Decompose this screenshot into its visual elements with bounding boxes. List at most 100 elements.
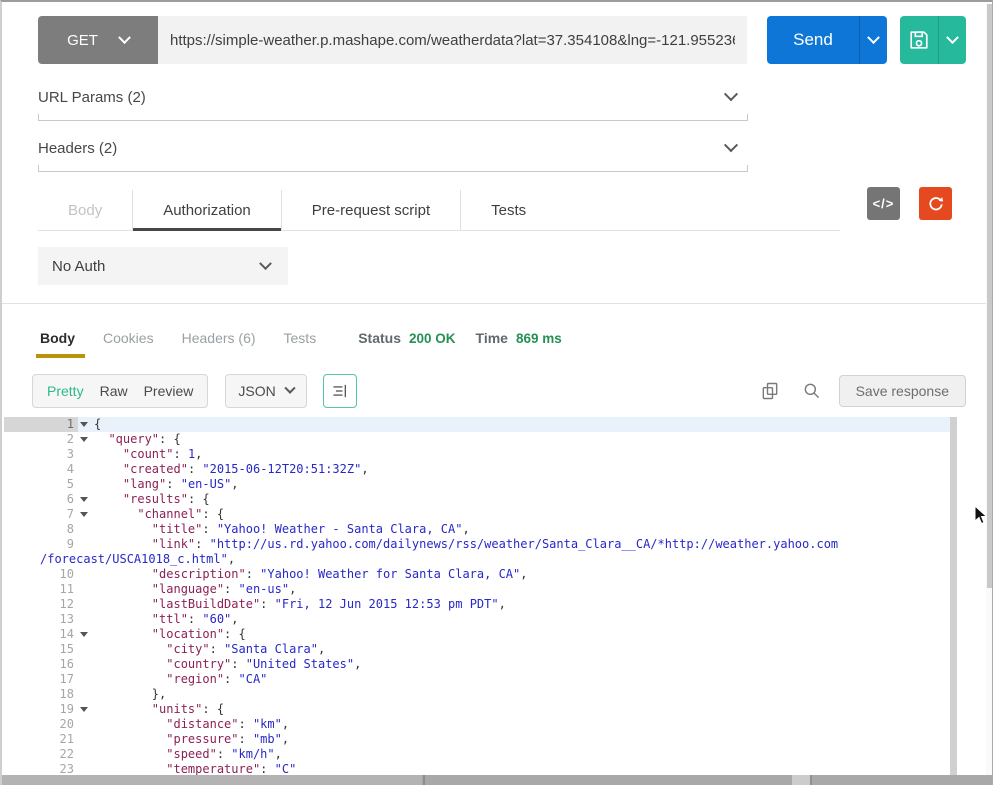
line-number: 17	[4, 672, 78, 687]
code-text: "country": "United States",	[94, 657, 950, 672]
status-value: 200 OK	[409, 331, 456, 346]
line-number: 5	[4, 477, 78, 492]
method-dropdown[interactable]: GET	[38, 16, 158, 64]
tab-pre-request-script[interactable]: Pre-request script	[281, 190, 460, 230]
request-url-row: GET Send	[38, 16, 966, 64]
beautify-button[interactable]	[323, 374, 357, 408]
code-text: "language": "en-us",	[94, 582, 950, 597]
fold-toggle-icon[interactable]	[78, 492, 94, 507]
code-text: "units": {	[94, 702, 950, 717]
code-text: "created": "2015-06-12T20:51:32Z",	[94, 462, 950, 477]
fold-toggle-icon[interactable]	[78, 432, 94, 447]
response-tab-headers[interactable]: Headers (6)	[182, 330, 256, 352]
mode-pretty[interactable]: Pretty	[47, 383, 84, 399]
code-text: "results": {	[94, 492, 950, 507]
code-line: 20 "distance": "km",	[4, 717, 950, 732]
time-value: 869 ms	[516, 331, 562, 346]
code-text: "query": {	[94, 432, 950, 447]
code-line: 1{	[4, 417, 950, 432]
fold-toggle-icon[interactable]	[78, 507, 94, 522]
send-options-dropdown[interactable]	[859, 16, 887, 64]
code-line: 22 "speed": "km/h",	[4, 747, 950, 762]
format-value: JSON	[238, 383, 275, 399]
line-number: 2	[4, 432, 78, 447]
line-number: 3	[4, 447, 78, 462]
chevron-down-icon	[118, 31, 131, 44]
code-line: 13 "ttl": "60",	[4, 612, 950, 627]
code-text: "region": "CA"	[94, 672, 950, 687]
line-number: 6	[4, 492, 78, 507]
save-button-group	[900, 16, 966, 64]
save-response-button[interactable]: Save response	[839, 375, 966, 407]
auth-type-select[interactable]: No Auth	[38, 247, 288, 285]
mode-preview[interactable]: Preview	[144, 383, 194, 399]
code-line: 17 "region": "CA"	[4, 672, 950, 687]
chevron-down-icon	[284, 383, 295, 394]
page-scrollbar-thumb[interactable]	[987, 4, 993, 588]
code-line: 18 },	[4, 687, 950, 702]
code-text: {	[94, 417, 950, 432]
save-button[interactable]	[900, 16, 938, 64]
chevron-down-icon	[724, 138, 738, 152]
save-options-dropdown[interactable]	[938, 16, 966, 64]
response-toolbar: Pretty Raw Preview JSON	[32, 374, 966, 408]
tab-body[interactable]: Body	[38, 190, 132, 230]
reset-request-button[interactable]	[919, 187, 952, 220]
line-number: 22	[4, 747, 78, 762]
fold-spacer	[78, 642, 94, 657]
response-tab-cookies[interactable]: Cookies	[103, 330, 154, 352]
fold-spacer	[78, 582, 94, 597]
code-text: "ttl": "60",	[94, 612, 950, 627]
format-select[interactable]: JSON	[225, 374, 306, 408]
chevron-down-icon	[724, 87, 738, 101]
copy-response-button[interactable]	[757, 378, 783, 404]
save-floppy-icon	[908, 29, 930, 51]
request-tabs: Body Authorization Pre-request script Te…	[38, 190, 840, 231]
response-tab-tests[interactable]: Tests	[284, 330, 317, 352]
copy-icon	[760, 381, 780, 401]
code-text: "lastBuildDate": "Fri, 12 Jun 2015 12:53…	[94, 597, 950, 612]
mode-raw[interactable]: Raw	[100, 383, 128, 399]
code-line: 16 "country": "United States",	[4, 657, 950, 672]
code-text: },	[94, 687, 950, 702]
section-divider	[38, 114, 748, 121]
line-number: 13	[4, 612, 78, 627]
fold-spacer	[78, 447, 94, 462]
line-number: 4	[4, 462, 78, 477]
tab-tests[interactable]: Tests	[460, 190, 556, 230]
auth-type-value: No Auth	[52, 258, 105, 275]
send-button-group: Send	[767, 16, 887, 64]
line-number: 1	[4, 417, 78, 432]
fold-spacer	[78, 717, 94, 732]
tab-label: Pre-request script	[312, 202, 430, 219]
code-text: "location": {	[94, 627, 950, 642]
generate-code-button[interactable]: </>	[867, 187, 900, 220]
code-text: "count": 1,	[94, 447, 950, 462]
section-divider	[38, 165, 748, 172]
code-text: "link": "http://us.rd.yahoo.com/dailynew…	[94, 537, 950, 552]
editor-scrollbar[interactable]	[950, 417, 957, 777]
fold-toggle-icon[interactable]	[78, 417, 94, 432]
code-text: "distance": "km",	[94, 717, 950, 732]
fold-spacer	[78, 522, 94, 537]
save-response-label: Save response	[856, 383, 949, 399]
tab-authorization[interactable]: Authorization	[132, 190, 281, 230]
fold-toggle-icon[interactable]	[78, 702, 94, 717]
chevron-down-icon	[259, 257, 272, 270]
code-text: "lang": "en-US",	[94, 477, 950, 492]
fold-toggle-icon[interactable]	[78, 627, 94, 642]
search-response-button[interactable]	[799, 378, 825, 404]
fold-spacer	[78, 597, 94, 612]
line-number: 9	[4, 537, 78, 552]
code-line: 7 "channel": {	[4, 507, 950, 522]
response-tab-body[interactable]: Body	[40, 330, 75, 352]
send-button[interactable]: Send	[767, 16, 859, 64]
code-line: 6 "results": {	[4, 492, 950, 507]
url-input[interactable]	[158, 16, 747, 64]
code-line: 5 "lang": "en-US",	[4, 477, 950, 492]
view-mode-group: Pretty Raw Preview	[32, 374, 208, 408]
bottom-window-edge	[2, 775, 993, 785]
code-line: 21 "pressure": "mb",	[4, 732, 950, 747]
fold-spacer	[78, 672, 94, 687]
code-line: 15 "city": "Santa Clara",	[4, 642, 950, 657]
